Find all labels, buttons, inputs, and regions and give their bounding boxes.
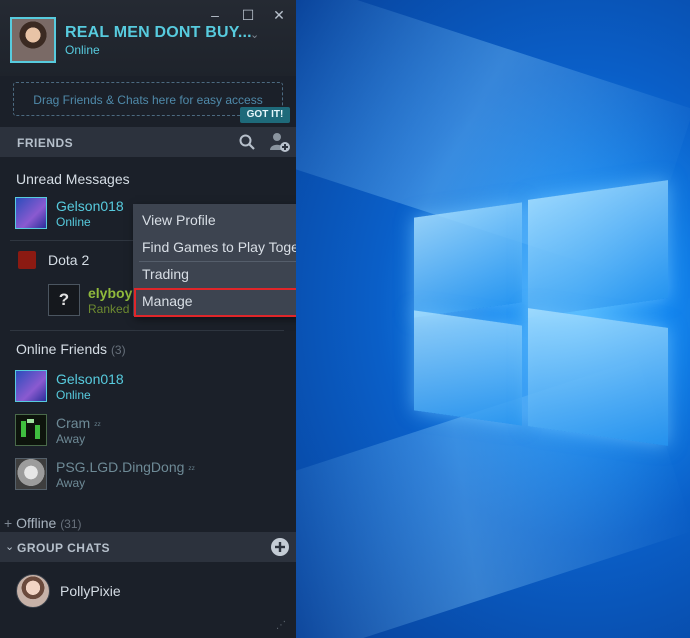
group-chats-title: GROUP CHATS <box>17 541 111 555</box>
friend-name: elyboy <box>88 285 133 301</box>
online-friends-title[interactable]: Online Friends (3) <box>16 341 126 357</box>
divider <box>10 330 284 331</box>
online-friends-label: Online Friends <box>16 341 108 357</box>
user-name[interactable]: REAL MEN DONT BUY... <box>65 24 252 42</box>
group-chat-avatar <box>16 574 50 608</box>
resize-grip-icon[interactable]: ⋰ <box>276 620 292 636</box>
friends-section-title: FRIENDS <box>17 136 74 150</box>
offline-group-title[interactable]: + Offline (31) <box>4 515 82 531</box>
user-avatar[interactable] <box>10 17 56 63</box>
friend-status: Away <box>56 476 86 490</box>
windows-logo-pane <box>528 180 668 318</box>
manage-highlight-box <box>134 288 296 317</box>
friend-row[interactable]: PSG.LGD.DingDong ᶻᶻ Away <box>0 454 296 496</box>
add-friend-icon[interactable] <box>268 130 292 154</box>
menu-item-view-profile[interactable]: View Profile <box>133 207 296 233</box>
friend-avatar <box>15 370 47 402</box>
user-status: Online <box>65 43 100 57</box>
friend-row[interactable]: Gelson018 Online <box>0 366 296 408</box>
friend-row[interactable]: Cram ᶻᶻ Away <box>0 410 296 452</box>
friend-status: Online <box>56 388 91 402</box>
windows-logo-pane <box>528 308 668 446</box>
windows-logo-pane <box>414 202 522 318</box>
online-friends-count: (3) <box>110 343 126 357</box>
question-mark-avatar-icon: ? <box>48 284 80 316</box>
desktop-wallpaper <box>296 0 690 638</box>
friends-section-header: FRIENDS <box>0 127 296 157</box>
friend-name: Gelson018 <box>56 198 124 214</box>
group-chat-name: PollyPixie <box>60 583 121 599</box>
chevron-down-icon[interactable]: ⌄ <box>250 28 260 41</box>
group-chat-item[interactable]: PollyPixie <box>0 566 296 616</box>
menu-item-find-games[interactable]: Find Games to Play Together <box>133 234 296 260</box>
search-icon[interactable] <box>238 133 256 151</box>
friend-status: Online <box>56 215 91 229</box>
offline-count: (31) <box>60 517 82 531</box>
friend-avatar <box>15 414 47 446</box>
friend-status: Away <box>56 432 86 446</box>
collapse-chevron-icon: ⌄ <box>5 541 15 553</box>
minimize-button[interactable]: – <box>206 6 224 24</box>
got-it-button[interactable]: GOT IT! <box>240 107 290 123</box>
snooze-icon: ᶻᶻ <box>94 420 101 430</box>
context-menu: View Profile Find Games to Play Together… <box>133 204 296 317</box>
steam-friends-window: REAL MEN DONT BUY... Online ⌄ – ☐ ✕ Drag… <box>0 0 296 638</box>
menu-item-label: View Profile <box>142 212 216 228</box>
windows-logo-pane <box>414 310 522 426</box>
group-chats-header[interactable]: ⌄ GROUP CHATS <box>0 532 296 562</box>
menu-item-label: Find Games to Play Together <box>142 239 296 255</box>
unread-messages-title: Unread Messages <box>16 171 130 187</box>
snooze-icon: ᶻᶻ <box>188 464 195 474</box>
menu-item-label: Trading <box>142 266 189 282</box>
user-header: REAL MEN DONT BUY... Online ⌄ – ☐ ✕ <box>0 0 296 76</box>
menu-item-trading[interactable]: Trading > <box>133 261 296 287</box>
friend-avatar <box>15 197 47 229</box>
offline-label: Offline <box>16 515 57 531</box>
close-button[interactable]: ✕ <box>270 6 288 24</box>
expand-icon: + <box>4 515 13 531</box>
friend-name: PSG.LGD.DingDong ᶻᶻ <box>56 459 195 475</box>
game-name: Dota 2 <box>48 252 90 268</box>
dota-icon <box>18 251 36 269</box>
friend-status: Ranked <box>88 302 130 316</box>
friend-name: Gelson018 <box>56 371 124 387</box>
add-group-chat-icon[interactable] <box>270 537 290 557</box>
friend-avatar <box>15 458 47 490</box>
maximize-button[interactable]: ☐ <box>239 6 257 24</box>
friend-name: Cram ᶻᶻ <box>56 415 101 431</box>
